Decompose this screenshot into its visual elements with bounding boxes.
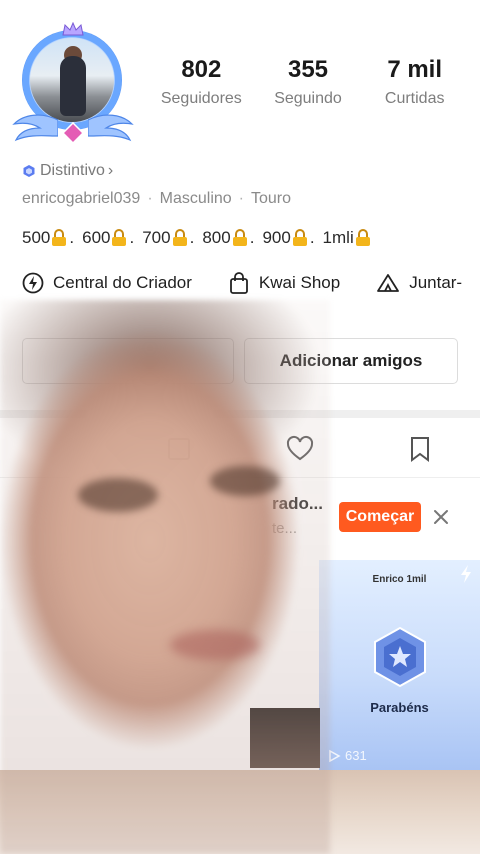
creator-center-label: Central do Criador — [53, 273, 192, 292]
bio-text: 1mli — [322, 228, 354, 247]
stat-label: Curtidas — [384, 90, 445, 107]
lock-icon — [292, 229, 307, 246]
face-eye — [78, 478, 158, 512]
lightning-circle-icon — [22, 272, 44, 294]
tab-posts-icon[interactable] — [164, 434, 194, 464]
join-link[interactable]: Juntar- — [376, 272, 462, 294]
video-thumbnail[interactable]: Enrico 1mil Parabéns 631 — [319, 560, 480, 770]
separator: · — [238, 190, 244, 207]
gem-icon — [62, 122, 84, 144]
lock-icon — [232, 229, 247, 246]
bio-separator: . — [249, 228, 255, 247]
username: enricogabriel039 — [22, 190, 141, 207]
stat-value: 355 — [287, 56, 329, 83]
banner-subtitle: te... — [272, 520, 298, 537]
flash-icon — [461, 565, 471, 583]
gender: Masculino — [159, 190, 232, 207]
stat-value: 802 — [181, 56, 222, 83]
profile-info: enricogabriel039 · Masculino · Touro — [22, 190, 291, 208]
kwai-shop-link[interactable]: Kwai Shop — [228, 272, 340, 294]
play-count-value: 631 — [345, 748, 367, 763]
face-eye — [210, 466, 280, 496]
bio: 500 . 600 . 700 . 800 . 900 . 1mli — [22, 228, 373, 248]
lock-icon — [112, 229, 127, 246]
bio-text: 600 — [82, 228, 111, 247]
wing-icon — [88, 114, 134, 142]
zodiac: Touro — [251, 190, 292, 207]
play-count: 631 — [327, 748, 367, 763]
bio-text: 500 — [22, 228, 51, 247]
close-icon[interactable] — [430, 506, 452, 528]
bio-text: 900 — [262, 228, 291, 247]
bio-separator: . — [69, 228, 75, 247]
crown-icon — [62, 22, 84, 36]
stat-following[interactable]: 355 Seguindo — [255, 56, 362, 108]
bio-separator: . — [309, 228, 315, 247]
video-thumbnail-row[interactable] — [0, 770, 480, 854]
creator-links: Central do Criador Kwai Shop Juntar- — [22, 272, 480, 294]
stat-label: Seguindo — [274, 90, 342, 107]
avatar-body — [60, 56, 86, 116]
bio-separator: . — [129, 228, 135, 247]
kwai-shop-label: Kwai Shop — [258, 273, 341, 292]
face-mouth — [170, 630, 260, 660]
video-thumbnail-partial[interactable] — [250, 708, 320, 768]
stat-likes[interactable]: 7 mil Curtidas — [361, 56, 468, 108]
shopping-bag-icon — [230, 272, 248, 294]
avatar[interactable] — [12, 22, 134, 144]
stat-followers[interactable]: 802 Seguidores — [148, 56, 255, 108]
lock-icon — [355, 229, 370, 246]
thumbnail-header: Enrico 1mil — [372, 574, 427, 585]
creator-center-link[interactable]: Central do Criador — [22, 272, 192, 294]
profile-header: 802 Seguidores 355 Seguindo 7 mil Curtid… — [0, 0, 480, 160]
bio-text: 800 — [202, 228, 231, 247]
banner-title: rado... — [272, 494, 324, 513]
bio-text: 700 — [142, 228, 171, 247]
stat-label: Seguidores — [160, 90, 242, 107]
add-friends-button[interactable]: Adicionar amigos — [244, 338, 458, 384]
badge-label: Distintivo — [40, 162, 105, 179]
play-icon — [329, 749, 341, 762]
wing-icon — [12, 114, 58, 142]
tent-icon — [377, 274, 400, 292]
profile-stats: 802 Seguidores 355 Seguindo 7 mil Curtid… — [148, 56, 468, 108]
lock-icon — [52, 229, 67, 246]
chevron-right-icon: › — [107, 162, 114, 179]
heart-icon[interactable] — [285, 434, 315, 464]
edit-profile-button[interactable] — [22, 338, 234, 384]
profile-actions: Adicionar amigos — [22, 338, 462, 384]
separator: · — [147, 190, 153, 207]
badge-link[interactable]: Distintivo › — [22, 162, 113, 180]
start-button[interactable]: Começar — [339, 502, 421, 532]
bookmark-icon[interactable] — [405, 434, 435, 464]
promo-banner: rado... te... Começar — [0, 490, 480, 546]
lock-icon — [172, 229, 187, 246]
bio-separator: . — [189, 228, 195, 247]
badge-icon — [23, 165, 35, 177]
join-label: Juntar- — [409, 273, 463, 292]
stat-value: 7 mil — [387, 56, 443, 83]
section-divider — [0, 410, 480, 418]
medal-icon — [374, 626, 426, 688]
thumbnail-title: Parabéns — [370, 700, 429, 715]
